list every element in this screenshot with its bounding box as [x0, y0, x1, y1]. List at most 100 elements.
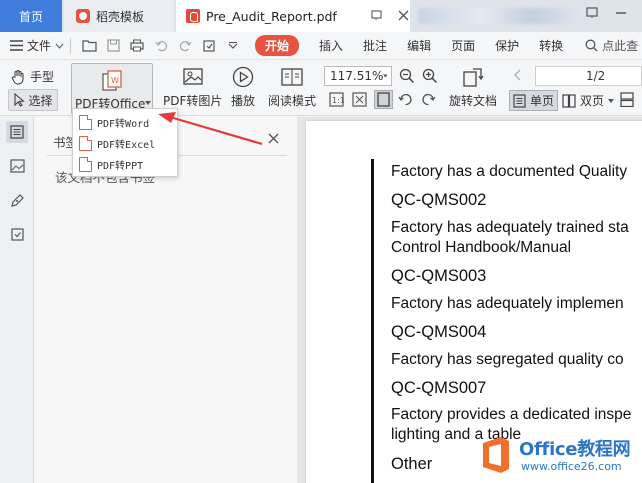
pdf-to-office-icon: W: [102, 70, 122, 91]
select-tool-label: 选择: [28, 93, 53, 108]
annotation-pen-icon[interactable]: [8, 191, 26, 209]
continuous-icon[interactable]: [620, 92, 634, 107]
doc-line: Control Handbook/Manual: [391, 239, 572, 256]
actual-size-icon[interactable]: 1:1: [329, 92, 344, 107]
doc-line: QC-QMS007: [391, 379, 487, 397]
hand-tool-button[interactable]: 手型: [10, 68, 54, 85]
redo-icon[interactable]: [177, 38, 193, 54]
window-restore-icon[interactable]: [586, 7, 598, 22]
rotate-document-label: 旋转文档: [449, 94, 498, 108]
menu-item-pdf-to-ppt-label: PDF转PPT: [97, 161, 144, 172]
left-rail: [0, 117, 34, 483]
menu-item-pdf-to-word-label: PDF转Word: [97, 119, 150, 130]
hand-icon: [11, 69, 24, 85]
undo-icon[interactable]: [153, 38, 169, 54]
zoom-level-select[interactable]: 117.51%: [324, 66, 392, 86]
cursor-arrow-icon: [14, 93, 26, 107]
menu-start-tab[interactable]: 开始: [255, 35, 300, 56]
tab-close-icon[interactable]: [398, 9, 409, 24]
menu-item-pdf-to-ppt[interactable]: PDF转PPT: [79, 157, 143, 172]
chevron-down-icon: [55, 43, 64, 49]
file-menu[interactable]: 文件: [0, 37, 64, 54]
chevron-down-icon: [608, 98, 615, 103]
doc-line: Factory provides a dedicated inspe: [391, 406, 632, 423]
tab-pdf-document[interactable]: Pre_Audit_Report.pdf: [176, 0, 410, 32]
menu-annotate[interactable]: 批注: [363, 37, 387, 54]
tab-restore-icon[interactable]: [371, 9, 382, 24]
double-page-button[interactable]: 双页: [562, 92, 615, 109]
read-mode-label: 阅读模式: [268, 94, 317, 108]
ppt-file-icon: [79, 157, 92, 172]
blurred-tab-area: [418, 8, 578, 24]
open-folder-icon[interactable]: [81, 38, 97, 54]
customize-chevron-icon[interactable]: [225, 38, 241, 54]
pdf-page: Factory has a documented Quality QC-QMS0…: [306, 121, 642, 483]
doc-line: Factory has adequately trained sta: [391, 219, 629, 236]
play-icon: [232, 66, 254, 88]
fit-width-icon[interactable]: [374, 90, 393, 109]
watermark-url: www.office26.com: [521, 460, 622, 473]
doc-line: QC-QMS002: [391, 191, 487, 209]
thumbnail-image-icon[interactable]: [8, 157, 26, 175]
rotate-right-icon[interactable]: [421, 92, 436, 107]
doc-line: QC-QMS003: [391, 267, 487, 285]
rotate-document-button[interactable]: 旋转文档: [449, 66, 497, 109]
single-page-button[interactable]: 单页: [509, 90, 559, 111]
menu-bar: 文件 开始 插入 批注 编辑 页面 保护 转换 点此查: [0, 32, 642, 60]
zoom-value: 117.51%: [330, 69, 384, 83]
file-menu-label: 文件: [27, 39, 52, 53]
bookmark-panel-icon[interactable]: [6, 121, 28, 143]
single-page-label: 单页: [530, 94, 555, 108]
double-page-label: 双页: [580, 94, 605, 108]
annotation-arrow-icon: [158, 112, 263, 146]
prev-page-icon[interactable]: [514, 69, 522, 81]
chevron-down-icon: [145, 101, 151, 105]
doc-line: Factory has adequately implemen: [391, 295, 624, 312]
menu-convert[interactable]: 转换: [539, 37, 563, 54]
pdf-to-office-button[interactable]: W PDF转Office: [71, 63, 153, 114]
play-button[interactable]: 播放: [231, 66, 255, 109]
menu-item-pdf-to-word[interactable]: PDF转Word: [79, 115, 149, 130]
doc-line: Factory has segregated quality co: [391, 351, 624, 368]
close-icon[interactable]: [268, 129, 279, 148]
read-mode-button[interactable]: 阅读模式: [268, 66, 316, 109]
menu-item-pdf-to-excel[interactable]: PDF转Excel: [79, 136, 155, 151]
doc-line: Other: [391, 455, 433, 473]
menu-insert[interactable]: 插入: [319, 37, 343, 54]
export-icon[interactable]: [201, 38, 217, 54]
zoom-in-icon[interactable]: [422, 68, 438, 84]
search-box[interactable]: 点此查: [585, 37, 638, 54]
select-tool-button[interactable]: 选择: [8, 89, 58, 111]
double-page-icon: [562, 93, 576, 108]
menu-edit[interactable]: 编辑: [407, 37, 431, 54]
hamburger-icon: [10, 40, 23, 51]
watermark-title: Office教程网: [519, 439, 631, 460]
document-viewport[interactable]: Factory has a documented Quality QC-QMS0…: [297, 117, 642, 483]
hand-tool-label: 手型: [30, 70, 55, 84]
pdf-file-icon: [186, 9, 200, 23]
save-icon[interactable]: [105, 38, 121, 54]
page-number-value: 1/2: [586, 69, 606, 83]
rotate-left-icon[interactable]: [398, 92, 413, 107]
zoom-out-icon[interactable]: [399, 68, 415, 84]
menu-protect[interactable]: 保护: [495, 37, 519, 54]
book-icon: [281, 68, 303, 86]
excel-file-icon: [79, 136, 92, 151]
search-label: 点此查: [602, 39, 639, 53]
menu-page[interactable]: 页面: [451, 37, 475, 54]
pdf-to-image-button[interactable]: PDF转图片: [163, 66, 222, 109]
page-number-input[interactable]: 1/2: [535, 66, 642, 86]
tab-bar: 首页 稻壳模板 Pre_Audit_Report.pdf: [0, 0, 642, 32]
tab-docer-templates[interactable]: 稻壳模板: [64, 0, 174, 32]
chevron-down-icon: [383, 74, 388, 78]
tab-home-label: 首页: [18, 9, 43, 24]
tab-home[interactable]: 首页: [0, 0, 62, 32]
attachment-icon[interactable]: [8, 225, 26, 243]
window-minimize-icon[interactable]: [614, 6, 628, 23]
fit-page-icon[interactable]: [352, 92, 367, 107]
docer-logo-icon: [76, 9, 90, 23]
doc-line: Factory has a documented Quality: [391, 163, 628, 180]
rotate-document-icon: [463, 68, 484, 87]
print-icon[interactable]: [129, 38, 145, 54]
image-icon: [183, 68, 203, 85]
